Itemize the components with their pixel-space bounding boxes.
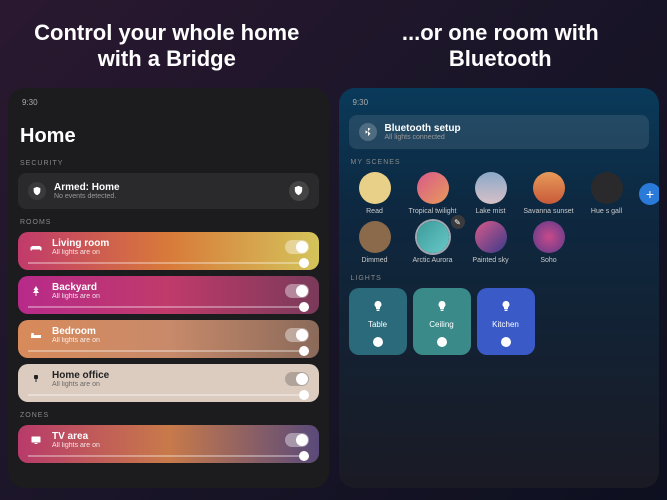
- brightness-slider[interactable]: [28, 306, 309, 308]
- room-title: TV area: [52, 431, 277, 442]
- screen-bridge: 9:30 Home SECURITY Armed: Home No events…: [8, 88, 329, 488]
- room-title: Backyard: [52, 282, 277, 293]
- room-sub: All lights are on: [52, 293, 277, 300]
- room-sub: All lights are on: [52, 337, 277, 344]
- scene-orb: [417, 221, 449, 253]
- scene-label: Lake mist: [465, 208, 517, 216]
- scene-orb: [533, 221, 565, 253]
- light-toggle[interactable]: [373, 337, 383, 347]
- tv-icon: [28, 432, 44, 448]
- light-toggle[interactable]: [437, 337, 447, 347]
- scene-orb: [475, 221, 507, 253]
- bluetooth-sub: All lights connected: [385, 134, 640, 141]
- scene-hue-s-gall[interactable]: Hue s gall: [581, 172, 633, 216]
- page-title: Home: [20, 125, 319, 148]
- section-rooms-label: ROOMS: [20, 219, 319, 226]
- bulb-icon: [368, 296, 388, 316]
- scene-read[interactable]: Read: [349, 172, 401, 216]
- brightness-slider[interactable]: [28, 262, 309, 264]
- screen-bluetooth: 9:30 Bluetooth setup All lights connecte…: [339, 88, 660, 488]
- bluetooth-title: Bluetooth setup: [385, 123, 640, 134]
- room-card-bedroom[interactable]: Bedroom All lights are on: [18, 320, 319, 358]
- tree-icon: [28, 283, 44, 299]
- pencil-icon[interactable]: ✎: [451, 215, 465, 229]
- brightness-slider[interactable]: [28, 350, 309, 352]
- chair-icon: [28, 371, 44, 387]
- scene-orb: [475, 172, 507, 204]
- add-scene-button[interactable]: +: [639, 183, 659, 205]
- bulb-icon: [496, 296, 516, 316]
- room-title: Home office: [52, 370, 277, 381]
- status-time-right: 9:30: [349, 96, 650, 115]
- room-toggle[interactable]: [285, 372, 309, 386]
- couch-icon: [28, 239, 44, 255]
- shield-icon: [28, 182, 46, 200]
- section-scenes-label: MY SCENES: [351, 159, 650, 166]
- room-toggle[interactable]: [285, 284, 309, 298]
- headline-right: ...or one room with Bluetooth: [334, 20, 667, 73]
- scene-dimmed[interactable]: Dimmed: [349, 221, 401, 265]
- scene-orb: [417, 172, 449, 204]
- bed-icon: [28, 327, 44, 343]
- scene-label: Savanna sunset: [523, 208, 575, 216]
- scene-label: Hue s gall: [581, 208, 633, 216]
- headline-left: Control your whole home with a Bridge: [0, 20, 334, 73]
- scene-savanna-sunset[interactable]: Savanna sunset: [523, 172, 575, 216]
- light-label: Kitchen: [483, 320, 529, 329]
- section-lights-label: LIGHTS: [351, 275, 650, 282]
- scene-orb: [591, 172, 623, 204]
- room-card-living-room[interactable]: Living room All lights are on: [18, 232, 319, 270]
- scene-orb: [359, 172, 391, 204]
- security-card[interactable]: Armed: Home No events detected.: [18, 173, 319, 209]
- room-card-backyard[interactable]: Backyard All lights are on: [18, 276, 319, 314]
- section-zones-label: ZONES: [20, 412, 319, 419]
- scene-label: Read: [349, 208, 401, 216]
- light-table[interactable]: Table: [349, 288, 407, 355]
- security-status-icon[interactable]: [289, 181, 309, 201]
- bluetooth-icon: [359, 123, 377, 141]
- scene-label: Dimmed: [349, 257, 401, 265]
- light-kitchen[interactable]: Kitchen: [477, 288, 535, 355]
- scene-tropical-twilight[interactable]: Tropical twilight: [407, 172, 459, 216]
- scene-label: Tropical twilight: [407, 208, 459, 216]
- room-sub: All lights are on: [52, 381, 277, 388]
- scene-lake-mist[interactable]: Lake mist: [465, 172, 517, 216]
- light-label: Ceiling: [419, 320, 465, 329]
- status-time: 9:30: [18, 96, 319, 115]
- scene-orb: [533, 172, 565, 204]
- room-toggle[interactable]: [285, 328, 309, 342]
- scene-soho[interactable]: Soho: [523, 221, 575, 265]
- security-sub: No events detected.: [54, 193, 281, 200]
- room-toggle[interactable]: [285, 240, 309, 254]
- light-toggle[interactable]: [501, 337, 511, 347]
- room-sub: All lights are on: [52, 442, 277, 449]
- section-security-label: SECURITY: [20, 160, 319, 167]
- scene-painted-sky[interactable]: Painted sky: [465, 221, 517, 265]
- security-title: Armed: Home: [54, 182, 281, 193]
- room-title: Bedroom: [52, 326, 277, 337]
- light-label: Table: [355, 320, 401, 329]
- scene-arctic-aurora[interactable]: Arctic Aurora ✎: [407, 221, 459, 265]
- room-card-home-office[interactable]: Home office All lights are on: [18, 364, 319, 402]
- scene-orb: [359, 221, 391, 253]
- room-sub: All lights are on: [52, 249, 277, 256]
- scene-label: Painted sky: [465, 257, 517, 265]
- scene-label: Soho: [523, 257, 575, 265]
- light-ceiling[interactable]: Ceiling: [413, 288, 471, 355]
- brightness-slider[interactable]: [28, 394, 309, 396]
- bluetooth-card[interactable]: Bluetooth setup All lights connected: [349, 115, 650, 149]
- room-card-tv-area[interactable]: TV area All lights are on: [18, 425, 319, 463]
- bulb-icon: [432, 296, 452, 316]
- room-toggle[interactable]: [285, 433, 309, 447]
- brightness-slider[interactable]: [28, 455, 309, 457]
- room-title: Living room: [52, 238, 277, 249]
- scene-label: Arctic Aurora: [407, 257, 459, 265]
